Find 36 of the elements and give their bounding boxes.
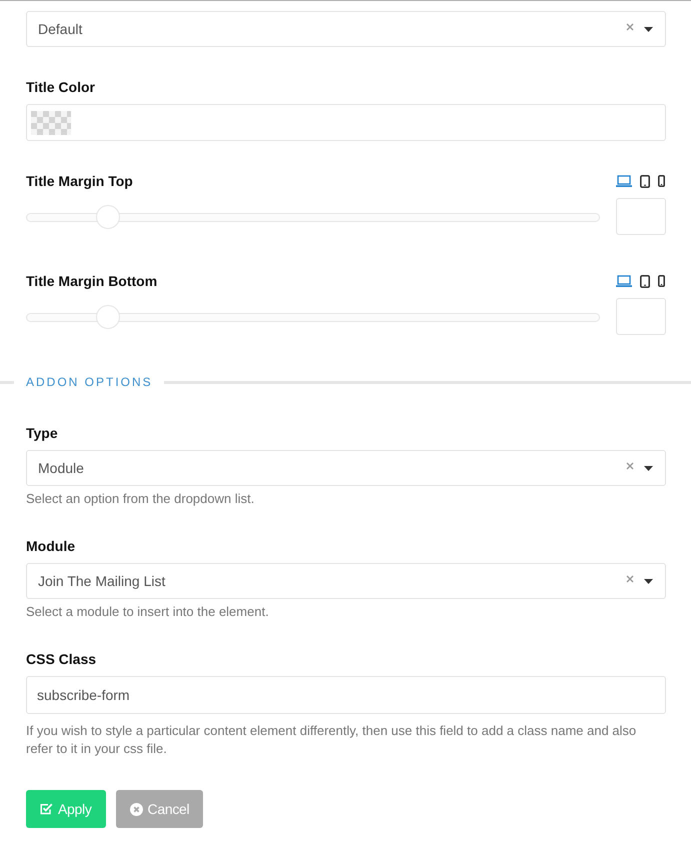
slider-thumb[interactable] xyxy=(96,304,120,328)
caret-down-icon[interactable] xyxy=(644,26,653,32)
select-dropdown[interactable]: Module xyxy=(26,450,666,486)
help-text: Select a module to insert into the element. xyxy=(26,603,270,621)
caret-down-icon[interactable] xyxy=(644,466,653,470)
field-label: Module xyxy=(26,537,76,556)
clear-icon[interactable] xyxy=(626,462,634,470)
check-square-icon xyxy=(40,803,53,815)
slider-thumb[interactable] xyxy=(96,204,120,228)
section-heading: ADDON OPTIONS xyxy=(26,375,153,389)
phone-icon[interactable] xyxy=(658,275,665,287)
help-text: If you wish to style a particular content element differently, then use this field to add a class name and also refer to it in your css file. xyxy=(26,722,638,758)
select-dropdown[interactable]: Default xyxy=(26,11,666,47)
field-label: Type xyxy=(26,424,59,443)
transparent-swatch-icon[interactable] xyxy=(31,110,71,134)
phone-icon[interactable] xyxy=(658,175,665,187)
laptop-icon[interactable] xyxy=(616,275,632,287)
close-circle-icon xyxy=(130,802,143,816)
slider-track[interactable] xyxy=(26,304,600,328)
tablet-icon[interactable] xyxy=(640,274,650,288)
field-label: Title Margin Top xyxy=(26,172,133,191)
field-label: Title Margin Bottom xyxy=(26,272,158,291)
field-label: Title Color xyxy=(26,78,96,97)
value-input-field[interactable] xyxy=(616,198,666,235)
slider-track[interactable] xyxy=(26,204,600,228)
help-text: Select an option from the dropdown list. xyxy=(26,490,256,508)
laptop-icon[interactable] xyxy=(616,175,632,187)
select-dropdown[interactable]: Join The Mailing List xyxy=(26,563,666,599)
caret-down-icon[interactable] xyxy=(644,578,653,584)
tablet-icon[interactable] xyxy=(640,174,650,188)
clear-icon[interactable] xyxy=(626,575,634,583)
color-field[interactable] xyxy=(26,104,666,141)
value-input-field[interactable] xyxy=(616,298,666,335)
text-input-field[interactable]: subscribe-form xyxy=(26,676,666,714)
field-label: CSS Class xyxy=(26,650,98,669)
clear-icon[interactable] xyxy=(626,23,634,31)
